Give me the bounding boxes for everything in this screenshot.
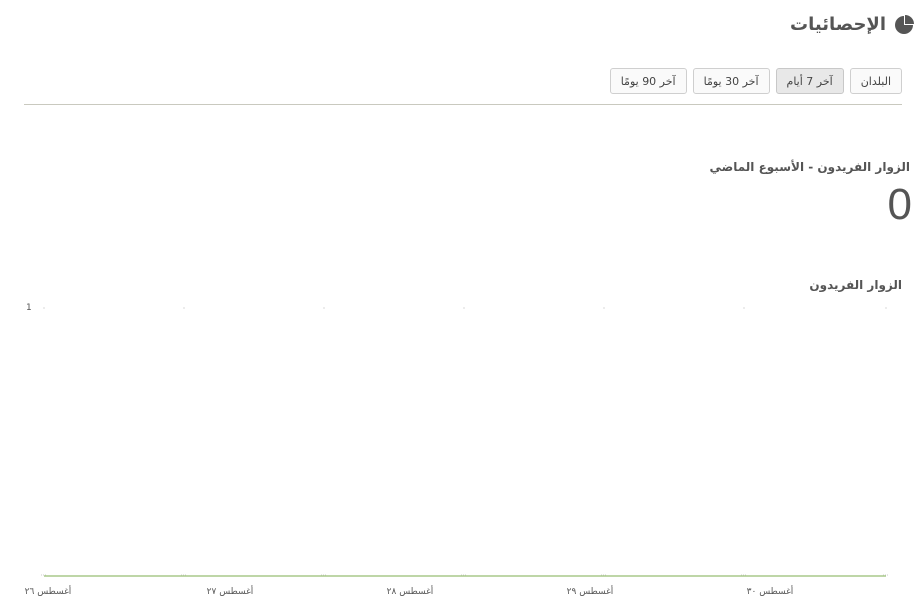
unique-visitors-week-value: 0 <box>887 180 912 229</box>
grid-dot <box>323 307 325 309</box>
y-tick-label: 1 <box>26 303 32 313</box>
tab-last-90-days[interactable]: آخر 90 يومًا <box>609 68 687 94</box>
x-tick-label: أغسطس ٢٦ <box>25 585 72 597</box>
tab-last-7-days[interactable]: آخر 7 أيام <box>775 68 844 106</box>
unique-visitors-week-label: الزوار الفريدون - الأسبوع الماضي <box>709 160 911 174</box>
x-tick-label: أغسطس ٢٧ <box>207 585 254 597</box>
grid-dot <box>183 307 185 309</box>
x-tick-label: أغسطس ٢٨ <box>387 585 434 597</box>
tabs-divider <box>24 104 902 105</box>
pie-chart-icon <box>895 14 914 34</box>
grid-dot <box>43 307 45 309</box>
page-title: الإحصائيات <box>790 14 886 35</box>
tab-countries[interactable]: البلدان <box>849 68 902 94</box>
grid-dot <box>463 307 465 309</box>
chart-title: الزوار الفريدون <box>809 278 902 292</box>
grid-dot <box>743 307 745 309</box>
page-header: الإحصائيات <box>790 14 914 35</box>
x-tick-label: أغسطس ٣٠ <box>747 585 794 597</box>
x-tick-label: أغسطس ٢٩ <box>567 585 614 597</box>
tab-last-30-days[interactable]: آخر 30 يومًا <box>692 68 770 94</box>
grid-dot <box>603 307 605 309</box>
grid-dot <box>885 307 887 309</box>
unique-visitors-chart: 1 أغسطس ٢٦ أغسطس ٢٧ أغسطس ٢٨ أغسطس ٢٩ أغسطس ٣… <box>25 303 889 597</box>
period-tabs: البلدان آخر 7 أيام آخر 30 يومًا آخر 90 ي… <box>609 68 902 106</box>
